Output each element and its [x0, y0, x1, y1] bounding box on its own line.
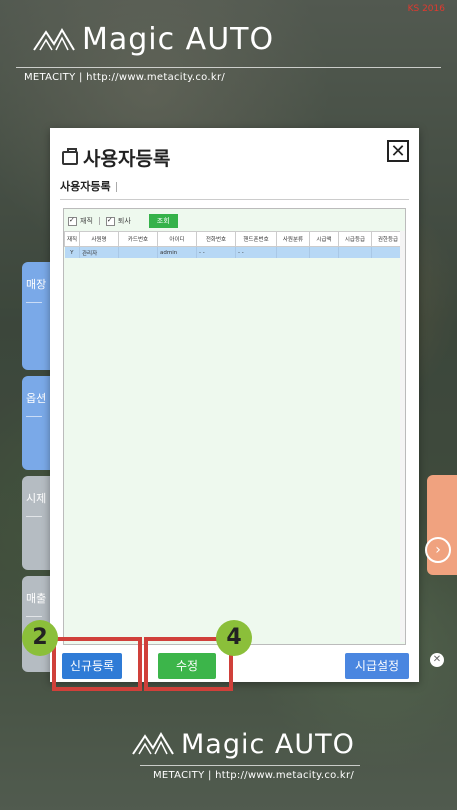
bottom-divider — [140, 765, 360, 766]
brand-subtitle: METACITY | http://www.metacity.co.kr/ — [24, 72, 226, 83]
cell-wage — [309, 246, 339, 258]
chevron-right-icon[interactable]: › — [425, 537, 451, 563]
modal-title-text: 사용자등록 — [83, 148, 171, 170]
step-badge-4: 4 — [216, 620, 252, 656]
cell-id: admin — [157, 246, 197, 258]
resigned-checkbox[interactable] — [105, 216, 115, 226]
corner-note: KS 2016 — [407, 4, 445, 14]
cell-name: 관리자 — [79, 246, 119, 258]
top-logo: Magic AUTO — [32, 22, 274, 57]
table-row[interactable]: Y 관리자 admin - - - - — [64, 246, 405, 258]
cell-employed: Y — [64, 246, 80, 258]
briefcase-icon — [62, 147, 78, 165]
table-header-row: 재직 사원명 카드번호 아이디 전화번호 핸드폰번호 사원분류 시급액 시급등급… — [64, 231, 405, 247]
table-scrollbar[interactable] — [400, 231, 405, 642]
logo-mark-icon — [32, 24, 76, 56]
col-id[interactable]: 아이디 — [157, 231, 197, 247]
col-wage-grade[interactable]: 시급등급 — [338, 231, 372, 247]
col-category[interactable]: 사원분류 — [276, 231, 310, 247]
filter-bar: 재직 퇴사 조회 — [68, 214, 178, 228]
brand-name: Magic AUTO — [181, 728, 355, 760]
side-tab-label: 옵션 — [26, 392, 47, 405]
wage-settings-button[interactable]: 시급설정 — [345, 653, 409, 679]
col-wage[interactable]: 시급액 — [309, 231, 339, 247]
step-badge-2: 2 — [22, 620, 58, 656]
cell-category — [276, 246, 310, 258]
side-tab-options[interactable]: 옵션 — [22, 376, 52, 470]
brand-name: Magic AUTO — [82, 22, 275, 57]
employed-label: 재직 — [80, 217, 93, 225]
logo-mark-icon — [131, 728, 175, 760]
right-side-tab[interactable]: › — [425, 475, 457, 575]
modal-title: 사용자등록 — [62, 144, 170, 171]
breadcrumb: 사용자등록 — [60, 178, 117, 194]
bottom-logo: Magic AUTO — [131, 728, 355, 760]
top-divider — [16, 67, 441, 68]
search-button[interactable]: 조회 — [148, 214, 178, 228]
cell-mobile: - - — [235, 246, 277, 258]
side-tab-label: 매장 — [26, 278, 47, 291]
cell-card — [118, 246, 158, 258]
user-registration-modal: 사용자등록 ✕ 사용자등록 재직 퇴사 조회 재직 사원명 카드번호 아이디 전… — [50, 128, 419, 682]
cell-wage-grade — [338, 246, 372, 258]
user-table: 재직 사원명 카드번호 아이디 전화번호 핸드폰번호 사원분류 시급액 시급등급… — [64, 231, 405, 258]
user-list-panel: 재직 퇴사 조회 재직 사원명 카드번호 아이디 전화번호 핸드폰번호 사원분류… — [63, 208, 406, 645]
col-name[interactable]: 사원명 — [79, 231, 119, 247]
breadcrumb-label: 사용자등록 — [60, 180, 111, 193]
close-icon[interactable]: ✕ — [430, 653, 444, 667]
col-mobile[interactable]: 핸드폰번호 — [235, 231, 277, 247]
col-employed[interactable]: 재직 — [64, 231, 80, 247]
brand-subtitle: METACITY | http://www.metacity.co.kr/ — [153, 770, 355, 781]
side-tab-settlement[interactable]: 시제 — [22, 476, 52, 570]
side-tab-store[interactable]: 매장 — [22, 262, 52, 370]
col-phone[interactable]: 전화번호 — [196, 231, 236, 247]
side-tab-label: 시제 — [26, 492, 47, 505]
col-card[interactable]: 카드번호 — [118, 231, 158, 247]
cell-phone: - - — [196, 246, 236, 258]
modal-close-button[interactable]: ✕ — [387, 140, 409, 162]
highlight-new-button — [52, 637, 142, 691]
header-divider — [60, 199, 409, 200]
resigned-label: 퇴사 — [117, 217, 131, 225]
side-tab-label: 매출 — [26, 592, 47, 605]
employed-checkbox[interactable] — [68, 216, 77, 226]
